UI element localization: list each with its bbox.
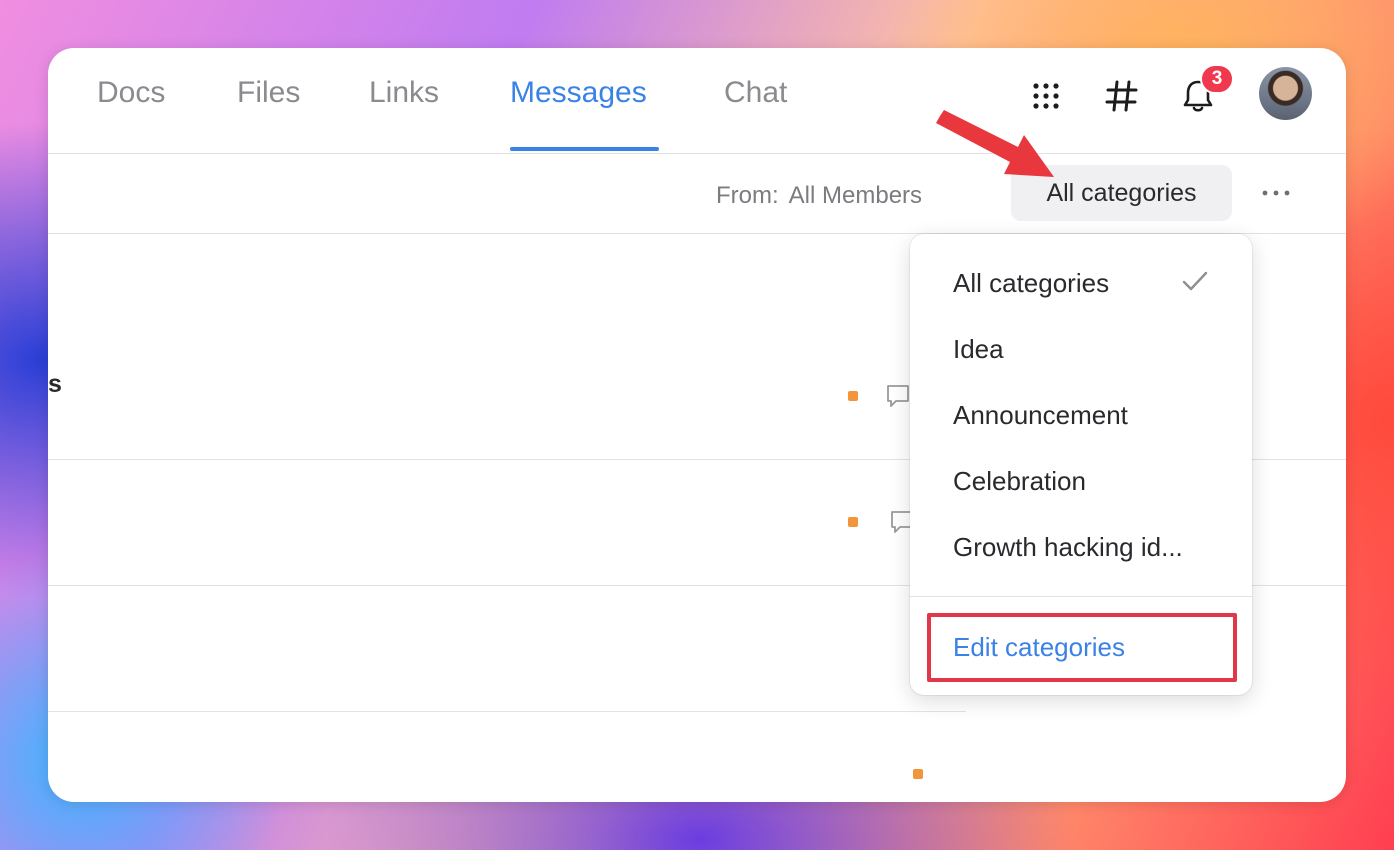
top-navigation: Docs Files Links Messages Chat 3 — [48, 48, 1346, 154]
comment-icon — [887, 385, 909, 407]
menu-item-celebration[interactable]: Celebration — [953, 466, 1086, 497]
messages-panel: Docs Files Links Messages Chat 3 From: A… — [48, 48, 1346, 802]
more-horizontal-icon[interactable] — [1256, 176, 1296, 210]
tab-messages[interactable]: Messages — [510, 76, 647, 110]
notification-badge: 3 — [1200, 64, 1234, 94]
from-filter[interactable]: From: All Members — [716, 182, 932, 210]
from-label: From: — [716, 182, 779, 209]
filter-bar: From: All Members All categories — [48, 154, 1346, 234]
tab-links[interactable]: Links — [369, 76, 439, 110]
tab-chat[interactable]: Chat — [724, 76, 787, 110]
checkmark-icon — [1182, 271, 1208, 291]
annotation-highlight-box — [927, 613, 1237, 682]
category-dot — [848, 517, 858, 527]
menu-item-announcement[interactable]: Announcement — [953, 400, 1128, 431]
menu-item-idea[interactable]: Idea — [953, 334, 1004, 365]
category-dot — [848, 391, 858, 401]
from-value: All Members — [788, 182, 923, 209]
category-dot — [913, 769, 923, 779]
hashtag-icon[interactable] — [1100, 74, 1144, 118]
tab-files[interactable]: Files — [237, 76, 300, 110]
message-title-fragment: s — [48, 370, 62, 398]
active-tab-indicator — [510, 147, 659, 151]
menu-divider — [910, 596, 1252, 597]
menu-item-all-categories[interactable]: All categories — [953, 268, 1109, 299]
menu-item-growth-hacking[interactable]: Growth hacking id... — [953, 532, 1183, 563]
category-filter-button[interactable]: All categories — [1011, 165, 1232, 221]
avatar[interactable] — [1259, 67, 1312, 120]
apps-grid-icon[interactable] — [1024, 74, 1068, 118]
tab-docs[interactable]: Docs — [97, 76, 165, 110]
row-divider — [48, 711, 966, 712]
